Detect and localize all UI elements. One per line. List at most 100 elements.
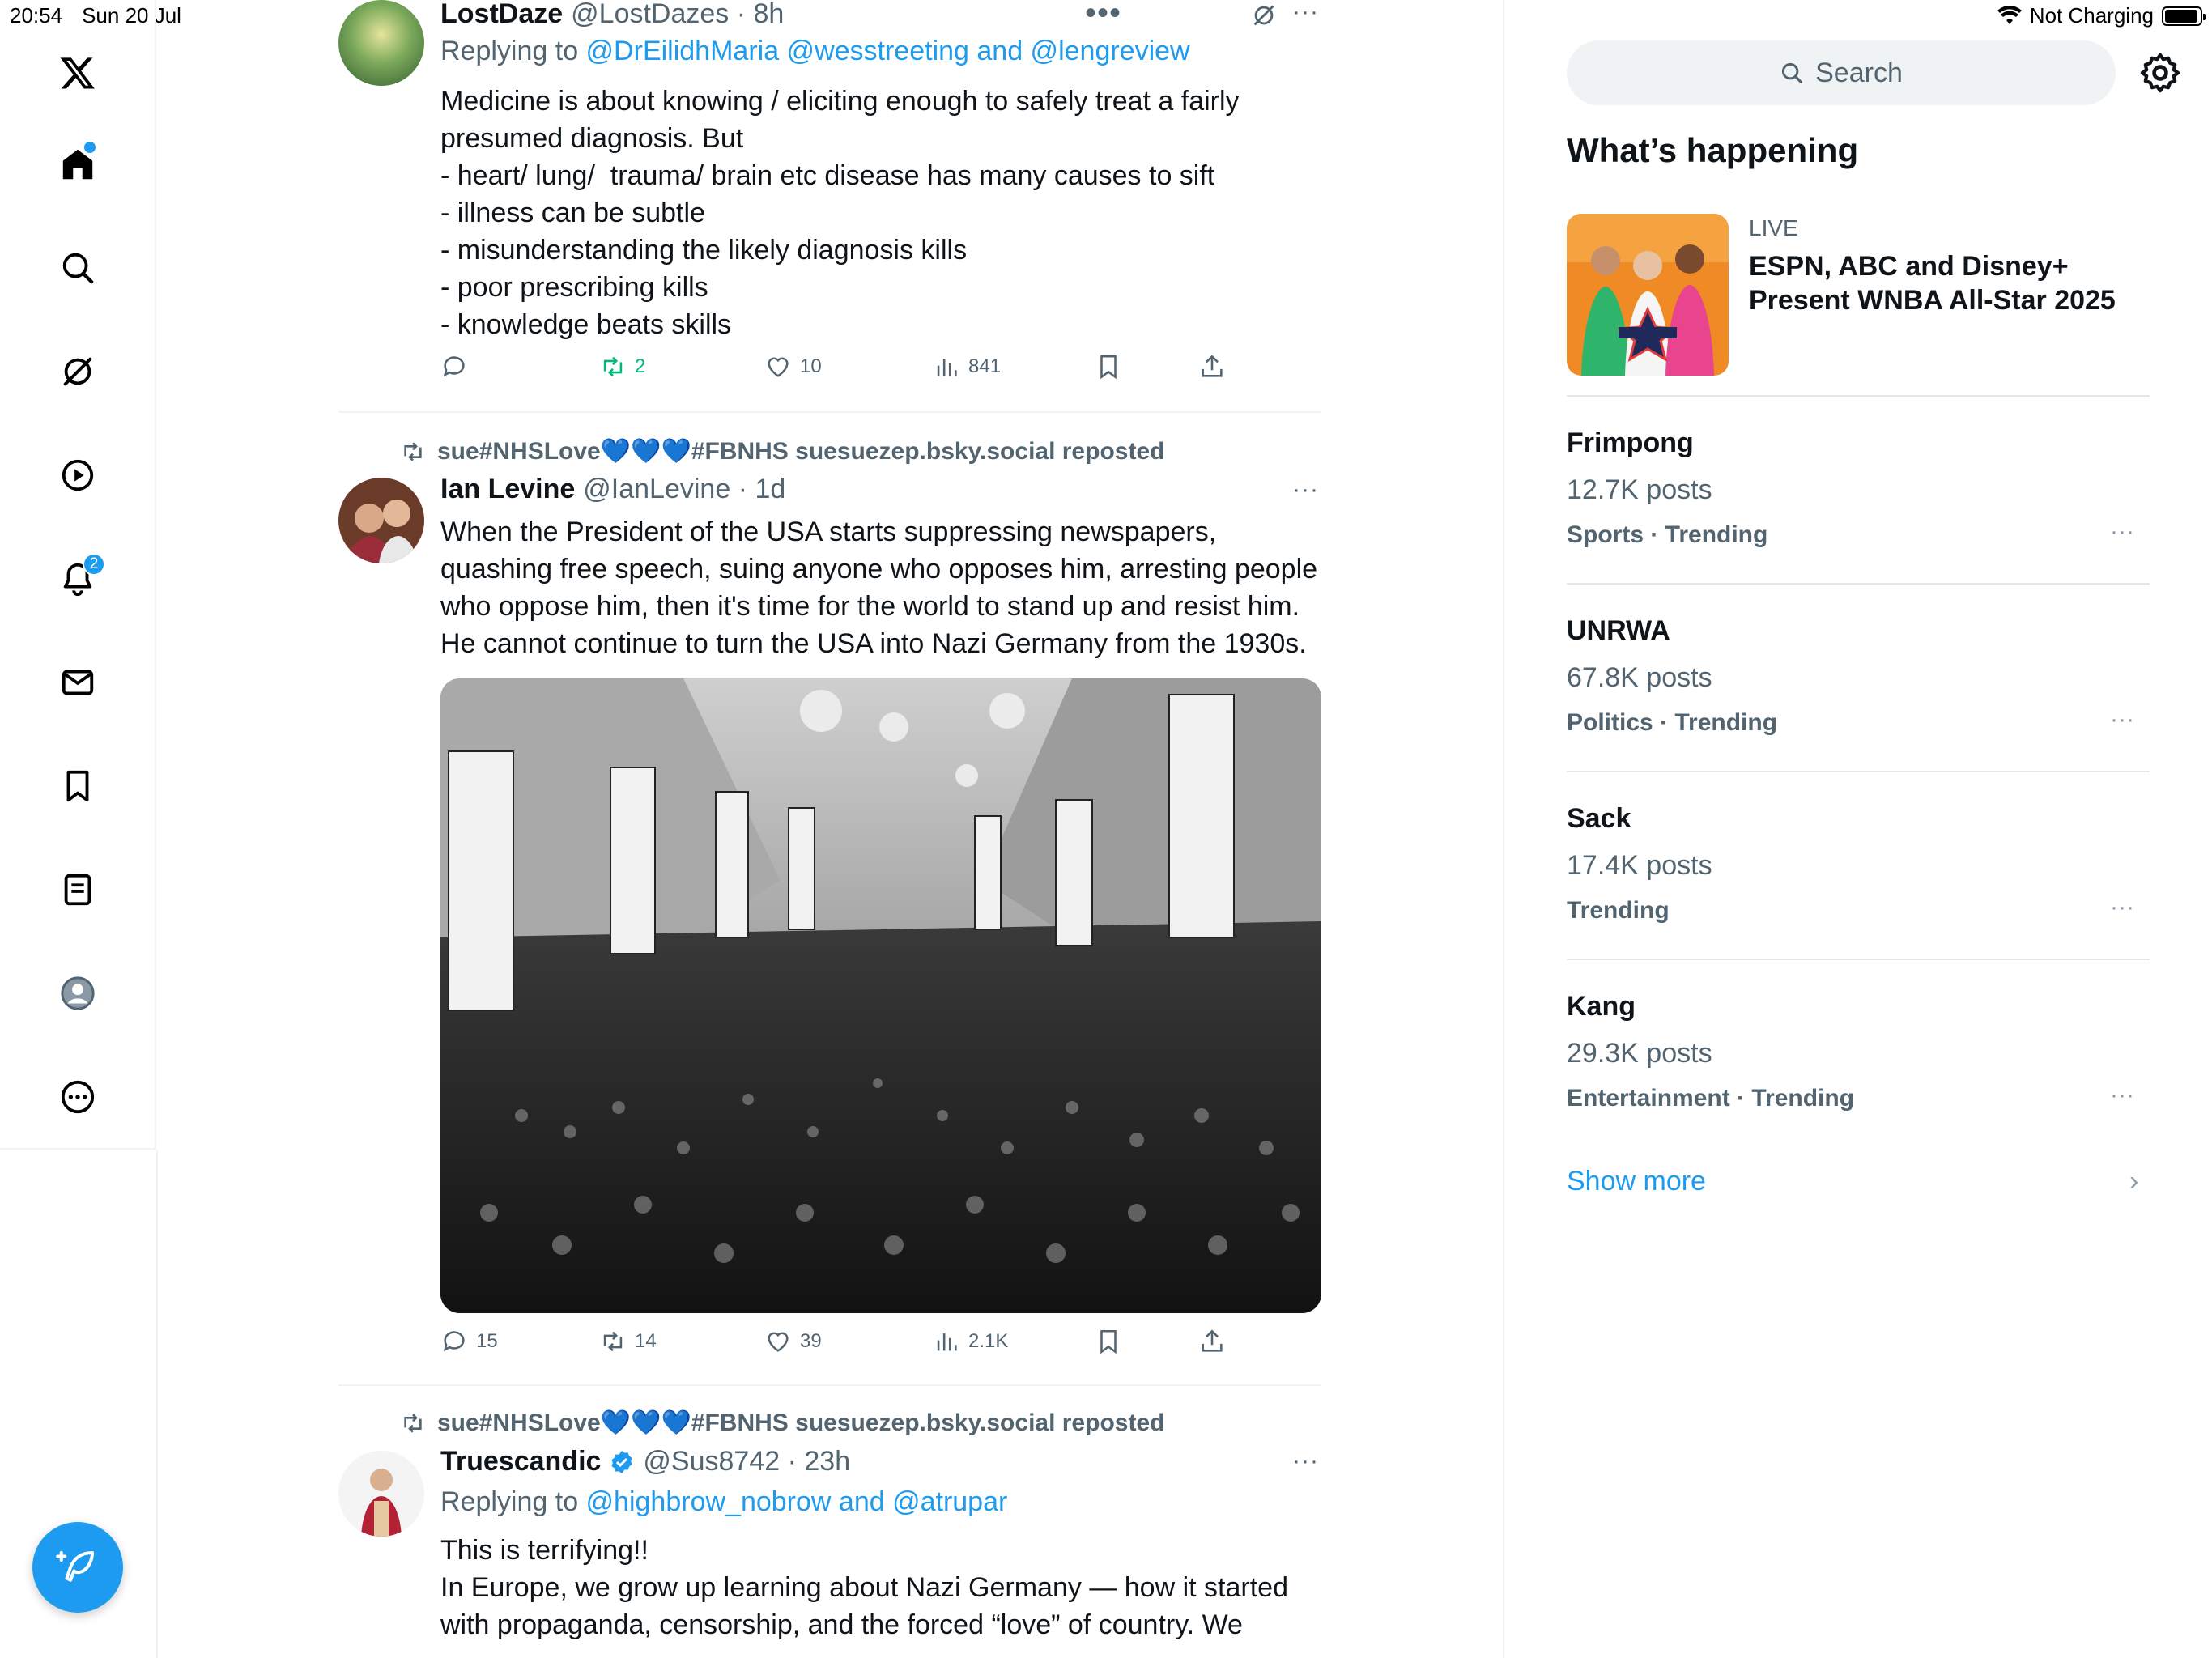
author-name[interactable]: LostDaze [440,0,563,30]
tweet-image[interactable] [440,678,1321,1313]
share-button[interactable] [1198,353,1226,380]
trend-category: Sports · Trending [1567,521,1768,548]
live-event-title[interactable]: ESPN, ABC and Disney+ Present WNBA All-S… [1749,249,2170,317]
compose-post-button[interactable] [32,1522,123,1613]
repost-indicator: sue#NHSLove💙💙💙#FBNHS suesuezep.bsky.soci… [400,1409,1164,1437]
chevron-right-icon: › [2129,1166,2139,1197]
author-name[interactable]: Truescandic [440,1446,601,1477]
explore-search-icon[interactable] [45,236,110,300]
trend-divider [1567,771,2150,772]
tweet-text: Medicine is about knowing / eliciting en… [440,86,1240,340]
bookmarks-icon[interactable] [45,754,110,818]
views-count: 841 [968,355,1002,377]
share-button[interactable] [1198,1328,1226,1355]
notifications-bell-icon[interactable]: 2 [45,546,110,611]
reposted-by[interactable]: sue#NHSLove💙💙💙#FBNHS suesuezep.bsky.soci… [437,1409,1164,1437]
video-play-icon[interactable] [45,443,110,508]
home-icon[interactable] [45,132,110,197]
avatar[interactable] [338,1451,424,1537]
bookmark-icon [1100,355,1117,380]
retweet-icon [603,1331,623,1352]
repost-icon [404,441,422,461]
trend-posts: 67.8K posts [1567,662,1712,693]
lists-icon[interactable] [45,857,110,922]
settings-gear-icon[interactable] [2138,50,2183,96]
live-event-thumbnail[interactable] [1567,214,1729,376]
retweet-button[interactable]: 14 [599,1328,657,1355]
reply-icon [443,356,465,377]
reply-button[interactable] [440,353,468,380]
trend-posts: 29.3K posts [1567,1038,1712,1069]
live-label: LIVE [1749,215,1798,240]
trend-name[interactable]: Sack [1567,803,1631,835]
search-placeholder: Search [1815,57,1903,88]
profile-avatar-icon[interactable] [45,961,110,1026]
avatar[interactable] [338,478,424,563]
tweet-text: When the President of the USA starts sup… [440,517,1318,659]
battery-icon [2162,6,2206,26]
tweet-text: This is terrifying!! In Europe, we grow … [440,1535,1288,1640]
trend-more-icon[interactable]: ··· [2110,1082,2134,1109]
reposted-by[interactable]: sue#NHSLove💙💙💙#FBNHS suesuezep.bsky.soci… [437,437,1164,466]
retweet-count: 14 [635,1330,657,1352]
sidebar-nav: 2 [0,0,156,1150]
tweet-header: Ian Levine @IanLevine · 1d [440,474,785,505]
author-handle[interactable]: @LostDazes · 8h [571,0,784,30]
messages-envelope-icon[interactable] [45,650,110,715]
more-options-icon[interactable] [45,1065,110,1129]
tweet-divider [338,1384,1321,1386]
trend-name[interactable]: UNRWA [1567,615,1670,647]
heart-icon [768,1332,789,1352]
retweet-icon [603,356,623,377]
tweet-menu-icon[interactable]: ··· [1292,476,1319,504]
trend-more-icon[interactable]: ··· [2110,894,2134,921]
repost-icon [404,1413,422,1433]
retweet-button[interactable]: 2 [599,353,645,380]
trend-divider [1567,583,2150,585]
charging-status: Not Charging [2029,3,2154,28]
author-handle[interactable]: @IanLevine · 1d [583,474,785,505]
search-input[interactable]: Search [1567,40,2116,105]
tweet-menu-icon[interactable]: ··· [1292,0,1319,26]
tweet-header: Truescandic @Sus8742 · 23h [440,1446,850,1477]
bookmark-button[interactable] [1095,353,1122,380]
trend-divider [1567,395,2150,397]
wifi-icon [1997,6,2022,24]
grok-icon[interactable] [45,339,110,404]
share-icon [1202,355,1223,377]
tweet-actions: 15 14 39 2.1K [440,1328,1234,1368]
author-handle[interactable]: @Sus8742 · 23h [643,1446,850,1477]
show-more-link[interactable]: Show more [1567,1166,1706,1197]
repost-indicator: sue#NHSLove💙💙💙#FBNHS suesuezep.bsky.soci… [400,437,1164,466]
tweet-divider [338,411,1321,413]
views-bar-chart-icon [937,359,957,376]
share-icon [1202,1329,1223,1352]
like-count: 39 [800,1330,822,1352]
grok-icon[interactable] [1250,2,1278,29]
reply-icon [443,1331,465,1352]
trend-more-icon[interactable]: ··· [2110,518,2134,546]
avatar[interactable] [338,0,424,86]
reply-count: 15 [476,1330,498,1352]
tweet-menu-icon[interactable]: ··· [1292,1448,1319,1475]
views-bar-chart-icon [937,1333,957,1351]
trend-name[interactable]: Kang [1567,991,1636,1022]
search-icon [1782,62,1802,83]
trend-name[interactable]: Frimpong [1567,427,1694,459]
compose-feather-icon [56,1550,95,1582]
reply-button[interactable]: 15 [440,1328,498,1355]
status-bar-right: Not Charging [1997,3,2206,28]
column-border [1503,0,1504,1658]
x-logo-icon[interactable] [45,40,110,105]
like-button[interactable]: 39 [764,1328,822,1355]
replying-to-label: Replying to [440,36,586,66]
replying-to-users[interactable]: @DrEilidhMaria @wesstreeting and @lengre… [586,36,1190,66]
like-button[interactable]: 10 [764,353,822,380]
views-button[interactable]: 2.1K [933,1328,1008,1355]
more-icon[interactable]: ••• [1085,0,1121,32]
views-button[interactable]: 841 [933,353,1001,380]
replying-to-users[interactable]: @highbrow_nobrow and @atrupar [586,1486,1008,1517]
trend-more-icon[interactable]: ··· [2110,706,2134,733]
bookmark-button[interactable] [1095,1328,1122,1355]
author-name[interactable]: Ian Levine [440,474,575,505]
